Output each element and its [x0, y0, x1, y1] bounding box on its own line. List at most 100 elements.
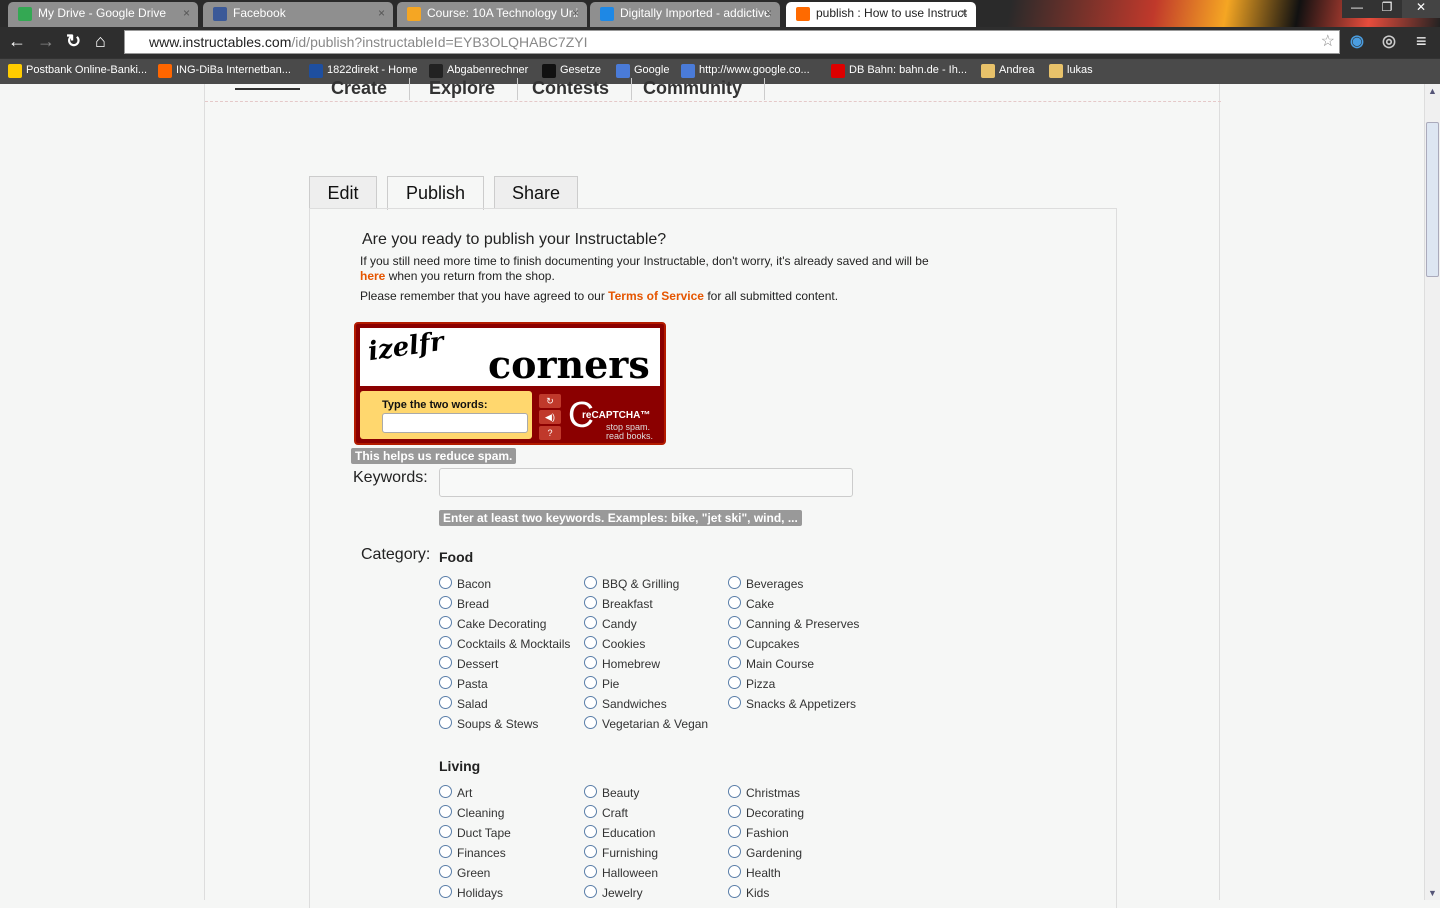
- radio-icon[interactable]: [439, 596, 452, 609]
- radio-icon[interactable]: [728, 825, 741, 838]
- category-radio[interactable]: Breakfast: [584, 596, 653, 611]
- category-radio[interactable]: Jewelry: [584, 885, 643, 900]
- radio-icon[interactable]: [439, 805, 452, 818]
- captcha-input[interactable]: [382, 413, 528, 433]
- category-radio[interactable]: Pie: [584, 676, 619, 691]
- category-radio[interactable]: Soups & Stews: [439, 716, 538, 731]
- tab-publish[interactable]: Publish: [387, 176, 484, 210]
- nav-create[interactable]: Create: [309, 78, 411, 100]
- radio-icon[interactable]: [439, 696, 452, 709]
- category-radio[interactable]: Craft: [584, 805, 628, 820]
- category-radio[interactable]: Pizza: [728, 676, 775, 691]
- radio-icon[interactable]: [584, 576, 597, 589]
- category-radio[interactable]: Cocktails & Mocktails: [439, 636, 570, 651]
- radio-icon[interactable]: [439, 616, 452, 629]
- bookmark[interactable]: Gesetze: [542, 64, 601, 78]
- scrollbar-thumb[interactable]: [1426, 122, 1439, 277]
- close-tab-icon[interactable]: ×: [183, 2, 190, 24]
- home-icon[interactable]: ⌂: [95, 31, 106, 52]
- bookmark[interactable]: Andrea: [981, 64, 1034, 78]
- radio-icon[interactable]: [584, 636, 597, 649]
- bookmark[interactable]: 1822direkt - Home: [309, 64, 418, 78]
- radio-icon[interactable]: [439, 845, 452, 858]
- restore-button[interactable]: ❐: [1372, 0, 1402, 18]
- category-radio[interactable]: Sandwiches: [584, 696, 667, 711]
- category-radio[interactable]: Cleaning: [439, 805, 504, 820]
- scroll-down-icon[interactable]: ▼: [1428, 888, 1437, 898]
- category-radio[interactable]: BBQ & Grilling: [584, 576, 679, 591]
- category-radio[interactable]: Bacon: [439, 576, 491, 591]
- browser-tab[interactable]: Digitally Imported - addictive ×: [590, 2, 780, 27]
- radio-icon[interactable]: [728, 576, 741, 589]
- category-radio[interactable]: Vegetarian & Vegan: [584, 716, 708, 731]
- radio-icon[interactable]: [584, 596, 597, 609]
- category-radio[interactable]: Bread: [439, 596, 489, 611]
- radio-icon[interactable]: [584, 716, 597, 729]
- category-radio[interactable]: Gardening: [728, 845, 802, 860]
- category-radio[interactable]: Candy: [584, 616, 637, 631]
- category-radio[interactable]: Cake: [728, 596, 774, 611]
- category-radio[interactable]: Health: [728, 865, 781, 880]
- bookmark[interactable]: Abgabenrechner: [429, 64, 528, 78]
- browser-tab[interactable]: My Drive - Google Drive ×: [8, 2, 198, 27]
- category-radio[interactable]: Fashion: [728, 825, 789, 840]
- radio-icon[interactable]: [584, 656, 597, 669]
- radio-icon[interactable]: [584, 885, 597, 898]
- radio-icon[interactable]: [439, 716, 452, 729]
- category-radio[interactable]: Salad: [439, 696, 488, 711]
- scroll-up-icon[interactable]: ▲: [1428, 86, 1437, 96]
- radio-icon[interactable]: [584, 616, 597, 629]
- nav-community[interactable]: Community: [621, 78, 765, 100]
- category-radio[interactable]: Decorating: [728, 805, 804, 820]
- radio-icon[interactable]: [728, 696, 741, 709]
- browser-tab[interactable]: Facebook ×: [203, 2, 393, 27]
- bookmark[interactable]: Google: [616, 64, 669, 78]
- radio-icon[interactable]: [728, 596, 741, 609]
- radio-icon[interactable]: [439, 676, 452, 689]
- radio-icon[interactable]: [439, 825, 452, 838]
- radio-icon[interactable]: [584, 825, 597, 838]
- radio-icon[interactable]: [728, 885, 741, 898]
- close-tab-icon[interactable]: ×: [765, 2, 772, 24]
- category-radio[interactable]: Homebrew: [584, 656, 660, 671]
- radio-icon[interactable]: [584, 785, 597, 798]
- category-radio[interactable]: Furnishing: [584, 845, 658, 860]
- extension-icon[interactable]: ◉: [1350, 31, 1364, 51]
- category-radio[interactable]: Halloween: [584, 865, 658, 880]
- scrollbar[interactable]: ▲ ▼: [1424, 84, 1440, 900]
- category-radio[interactable]: Cake Decorating: [439, 616, 546, 631]
- radio-icon[interactable]: [439, 865, 452, 878]
- category-radio[interactable]: Main Course: [728, 656, 814, 671]
- radio-icon[interactable]: [584, 805, 597, 818]
- tab-share[interactable]: Share: [494, 176, 578, 209]
- logo[interactable]: [235, 82, 300, 90]
- category-radio[interactable]: Beauty: [584, 785, 639, 800]
- radio-icon[interactable]: [728, 656, 741, 669]
- category-radio[interactable]: Christmas: [728, 785, 800, 800]
- forward-icon[interactable]: →: [37, 31, 55, 52]
- here-link[interactable]: here: [360, 269, 385, 283]
- minimize-button[interactable]: —: [1342, 0, 1372, 18]
- bookmark[interactable]: ING-DiBa Internetban...: [158, 64, 291, 78]
- radio-icon[interactable]: [728, 865, 741, 878]
- radio-icon[interactable]: [728, 785, 741, 798]
- radio-icon[interactable]: [728, 676, 741, 689]
- category-radio[interactable]: Art: [439, 785, 472, 800]
- close-tab-icon[interactable]: ×: [961, 2, 968, 24]
- bookmark[interactable]: DB Bahn: bahn.de - Ih...: [831, 64, 967, 78]
- extension-eye-icon[interactable]: ◎: [1382, 31, 1396, 51]
- browser-tab[interactable]: Course: 10A Technology Uni ×: [397, 2, 587, 27]
- back-icon[interactable]: ←: [8, 31, 26, 52]
- category-radio[interactable]: Holidays: [439, 885, 503, 900]
- address-bar[interactable]: www.instructables.com/id/publish?instruc…: [124, 30, 1340, 54]
- close-tab-icon[interactable]: ×: [378, 2, 385, 24]
- category-radio[interactable]: Kids: [728, 885, 769, 900]
- refresh-icon[interactable]: ↻: [539, 394, 561, 408]
- bookmark[interactable]: lukas: [1049, 64, 1093, 78]
- radio-icon[interactable]: [439, 656, 452, 669]
- tab-edit[interactable]: Edit: [309, 176, 377, 209]
- keywords-input[interactable]: [439, 468, 853, 497]
- radio-icon[interactable]: [584, 696, 597, 709]
- close-window-button[interactable]: ✕: [1402, 0, 1440, 18]
- radio-icon[interactable]: [439, 785, 452, 798]
